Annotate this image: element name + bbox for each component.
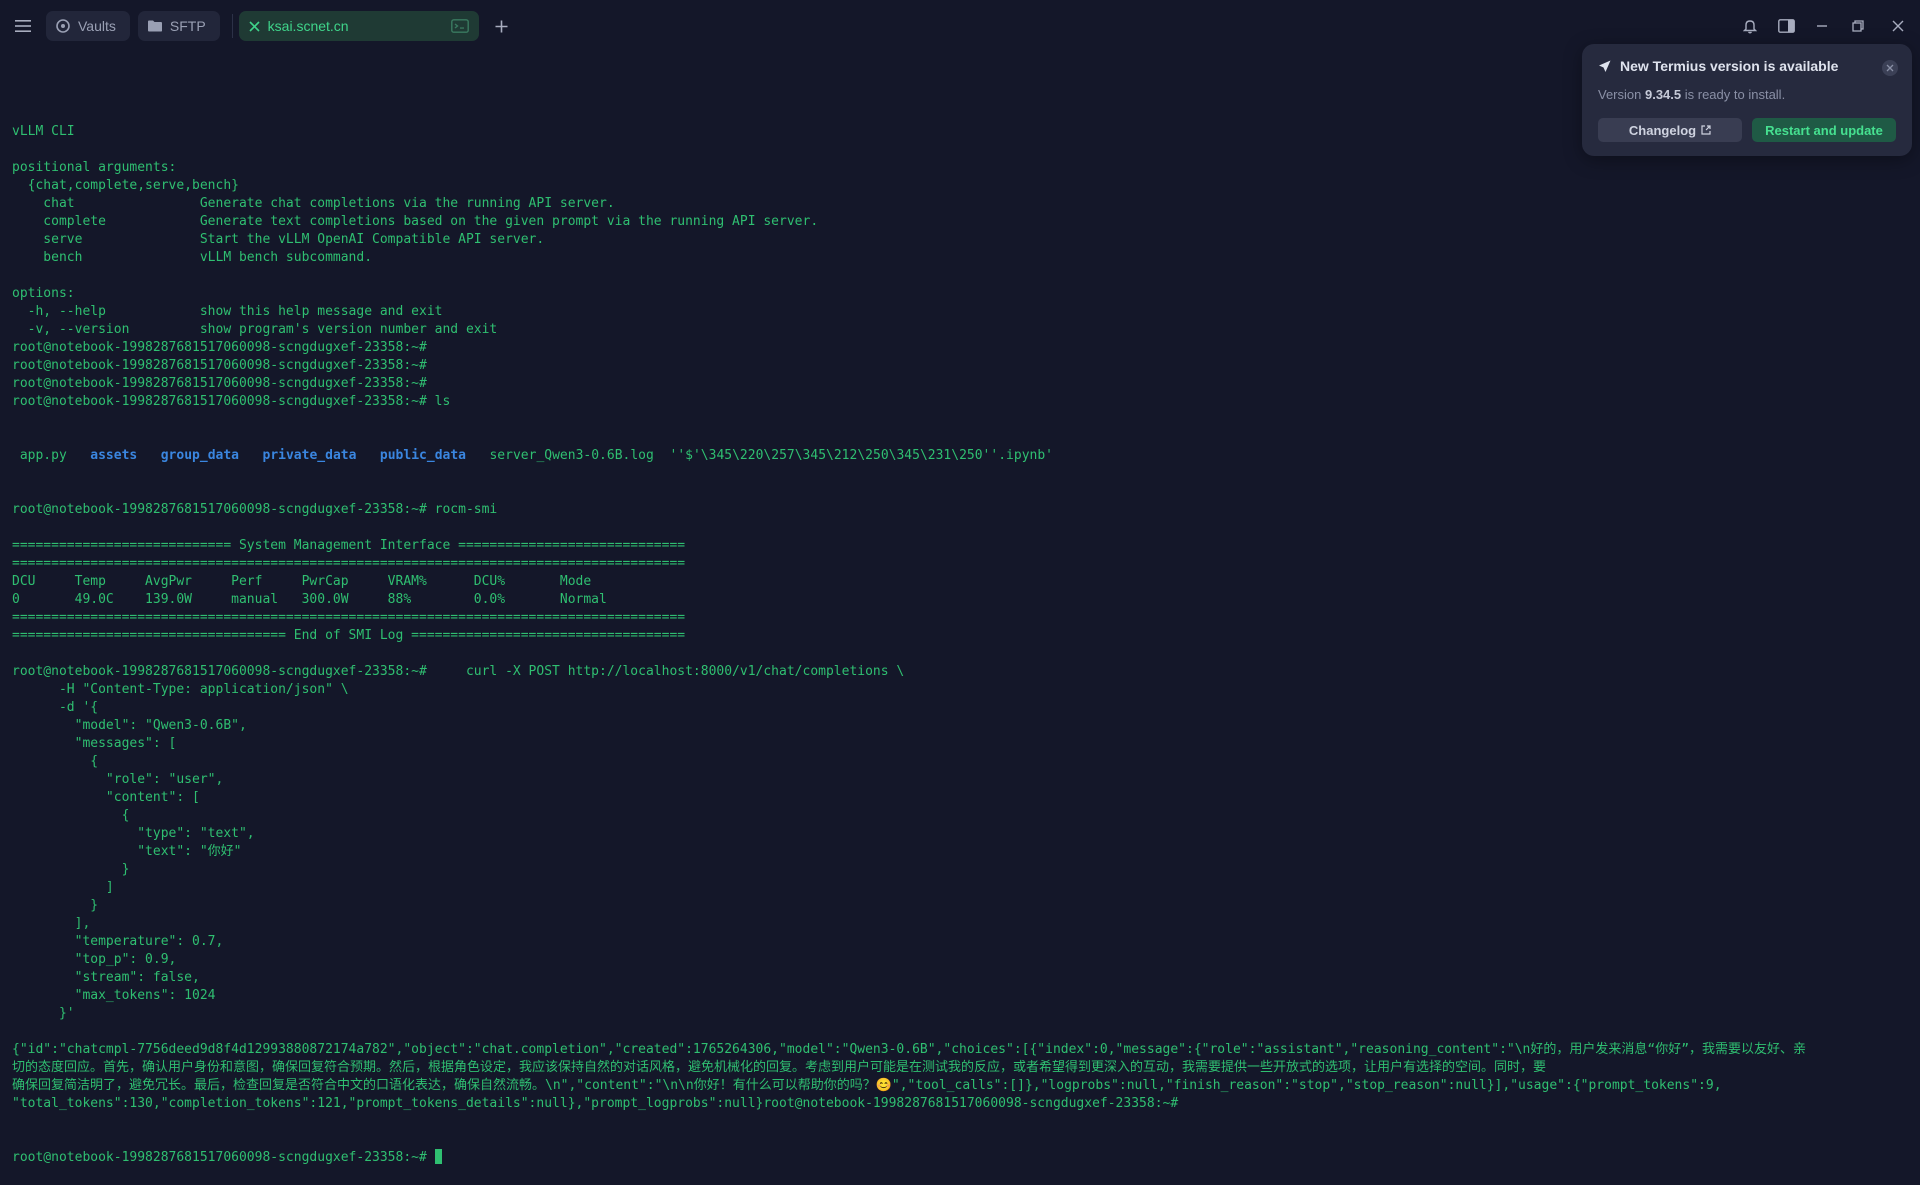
terminal-line: {	[12, 808, 130, 823]
terminal-line: -d '{	[12, 700, 99, 715]
tab-sftp-label: SFTP	[169, 18, 206, 34]
terminal-line: "temperature": 0.7,	[12, 934, 224, 949]
tab-divider	[231, 14, 233, 38]
notification-message: Version 9.34.5 is ready to install.	[1598, 87, 1785, 102]
file-app-py: app.py	[12, 448, 91, 463]
terminal-line: "type": "text",	[12, 826, 255, 841]
terminal-line: serve Start the vLLM OpenAI Compatible A…	[12, 232, 545, 247]
terminal-line: root@notebook-1998287681517060098-scngdu…	[12, 376, 427, 391]
tab-ksai-scnet[interactable]: ksai.scnet.cn	[238, 11, 479, 41]
terminal-output[interactable]: vLLM CLI positional arguments: {chat,comp…	[12, 69, 1912, 1185]
terminal-line: -H "Content-Type: application/json" \	[12, 682, 349, 697]
terminal-line: "model": "Qwen3-0.6B",	[12, 718, 247, 733]
terminal-line: root@notebook-1998287681517060098-scngdu…	[12, 340, 427, 355]
dir-group-data: group_data	[160, 448, 240, 463]
terminal-line: DCU Temp AvgPwr Perf PwrCap VRAM% DCU% M…	[12, 574, 592, 589]
terminal-line: {	[12, 754, 99, 769]
dir-private-data: private_data	[262, 448, 357, 463]
terminal-icon	[450, 19, 469, 36]
add-tab-button[interactable]	[487, 11, 517, 41]
notification-text-prefix: Version	[1598, 87, 1645, 102]
shell-prompt: root@notebook-1998287681517060098-scngdu…	[12, 1150, 435, 1165]
rocket-icon	[1598, 60, 1611, 73]
terminal-line: {"id":"chatcmpl-7756deed9d8f4d1299388087…	[12, 1042, 1807, 1057]
terminal-line: }'	[12, 1006, 75, 1021]
terminal-line: bench vLLM bench subcommand.	[12, 250, 373, 265]
terminal-line: -h, --help show this help message and ex…	[12, 304, 443, 319]
terminal-line: 0 49.0C 139.0W manual 300.0W 88% 0.0% No…	[12, 592, 607, 607]
dir-public-data: public_data	[379, 448, 466, 463]
hamburger-menu-icon[interactable]	[0, 0, 46, 52]
version-number: 9.34.5	[1644, 87, 1682, 102]
terminal-line: options:	[12, 286, 75, 301]
changelog-button[interactable]: Changelog	[1598, 118, 1742, 142]
terminal-line: "role": "user",	[12, 772, 224, 787]
tab-ksai-label: ksai.scnet.cn	[267, 18, 349, 34]
terminal-line: chat Generate chat completions via the r…	[12, 196, 615, 211]
text-cursor	[434, 1149, 442, 1164]
notification-text-suffix: is ready to install.	[1681, 87, 1786, 102]
terminal-line: root@notebook-1998287681517060098-scngdu…	[12, 394, 451, 409]
vault-icon	[56, 19, 70, 33]
tab-vaults[interactable]: Vaults	[46, 11, 130, 41]
terminal-line: ],	[12, 916, 91, 931]
folder-icon	[147, 20, 162, 32]
tab-sftp[interactable]: SFTP	[137, 11, 220, 41]
terminal-line: "messages": [	[12, 736, 177, 751]
external-link-icon	[1701, 125, 1711, 135]
terminal-line: complete Generate text completions based…	[12, 214, 819, 229]
terminal-line: root@notebook-1998287681517060098-scngdu…	[12, 358, 427, 373]
ls-output-rest: server_Qwen3-0.6B.log ''$'\345\220\257\3…	[466, 448, 1053, 463]
dir-assets: assets	[90, 448, 138, 463]
restart-and-update-button[interactable]: Restart and update	[1752, 118, 1896, 142]
terminal-line: }	[12, 898, 99, 913]
terminal-line: =================================== End …	[12, 628, 686, 643]
ls-output-line: app.py assets group_data private_data pu…	[12, 447, 1912, 465]
restart-label: Restart and update	[1765, 122, 1883, 138]
terminal-line: "total_tokens":130,"completion_tokens":1…	[12, 1096, 1179, 1111]
terminal-line: ============================ System Mana…	[12, 538, 686, 553]
terminal-line: root@notebook-1998287681517060098-scngdu…	[12, 502, 498, 517]
terminal-line: positional arguments:	[12, 160, 177, 175]
terminal-line: }	[12, 862, 130, 877]
notification-title: New Termius version is available	[1598, 58, 1838, 74]
plus-icon	[495, 20, 508, 32]
terminal-line: "text": "你好"	[12, 844, 242, 859]
close-tab-icon[interactable]	[249, 20, 260, 32]
close-notification-icon[interactable]	[1882, 60, 1898, 76]
changelog-label: Changelog	[1628, 122, 1697, 138]
update-notification: New Termius version is available Version…	[1582, 44, 1912, 156]
terminal-line: "max_tokens": 1024	[12, 988, 216, 1003]
terminal-line: "stream": false,	[12, 970, 200, 985]
prompt-line[interactable]: root@notebook-1998287681517060098-scngdu…	[12, 1149, 1912, 1167]
terminal-line: {chat,complete,serve,bench}	[12, 178, 239, 193]
tab-vaults-label: Vaults	[78, 18, 116, 34]
terminal-line: ]	[12, 880, 114, 895]
terminal-line: ========================================…	[12, 556, 686, 571]
terminal-line: -v, --version show program's version num…	[12, 322, 498, 337]
terminal-line: root@notebook-1998287681517060098-scngdu…	[12, 664, 905, 679]
terminal-line: ========================================…	[12, 610, 686, 625]
notification-title-text: New Termius version is available	[1620, 58, 1839, 74]
terminal-line: "content": [	[12, 790, 200, 805]
terminal-line: 切的态度回应。首先，确认用户身份和意图，确保回复符合预期。然后，根据角色设定，我…	[12, 1060, 1547, 1075]
terminal-line: "top_p": 0.9,	[12, 952, 177, 967]
terminal-line: 确保回复简洁明了，避免冗长。最后，检查回复是否符合中文的口语化表达，确保自然流畅…	[12, 1078, 1722, 1093]
